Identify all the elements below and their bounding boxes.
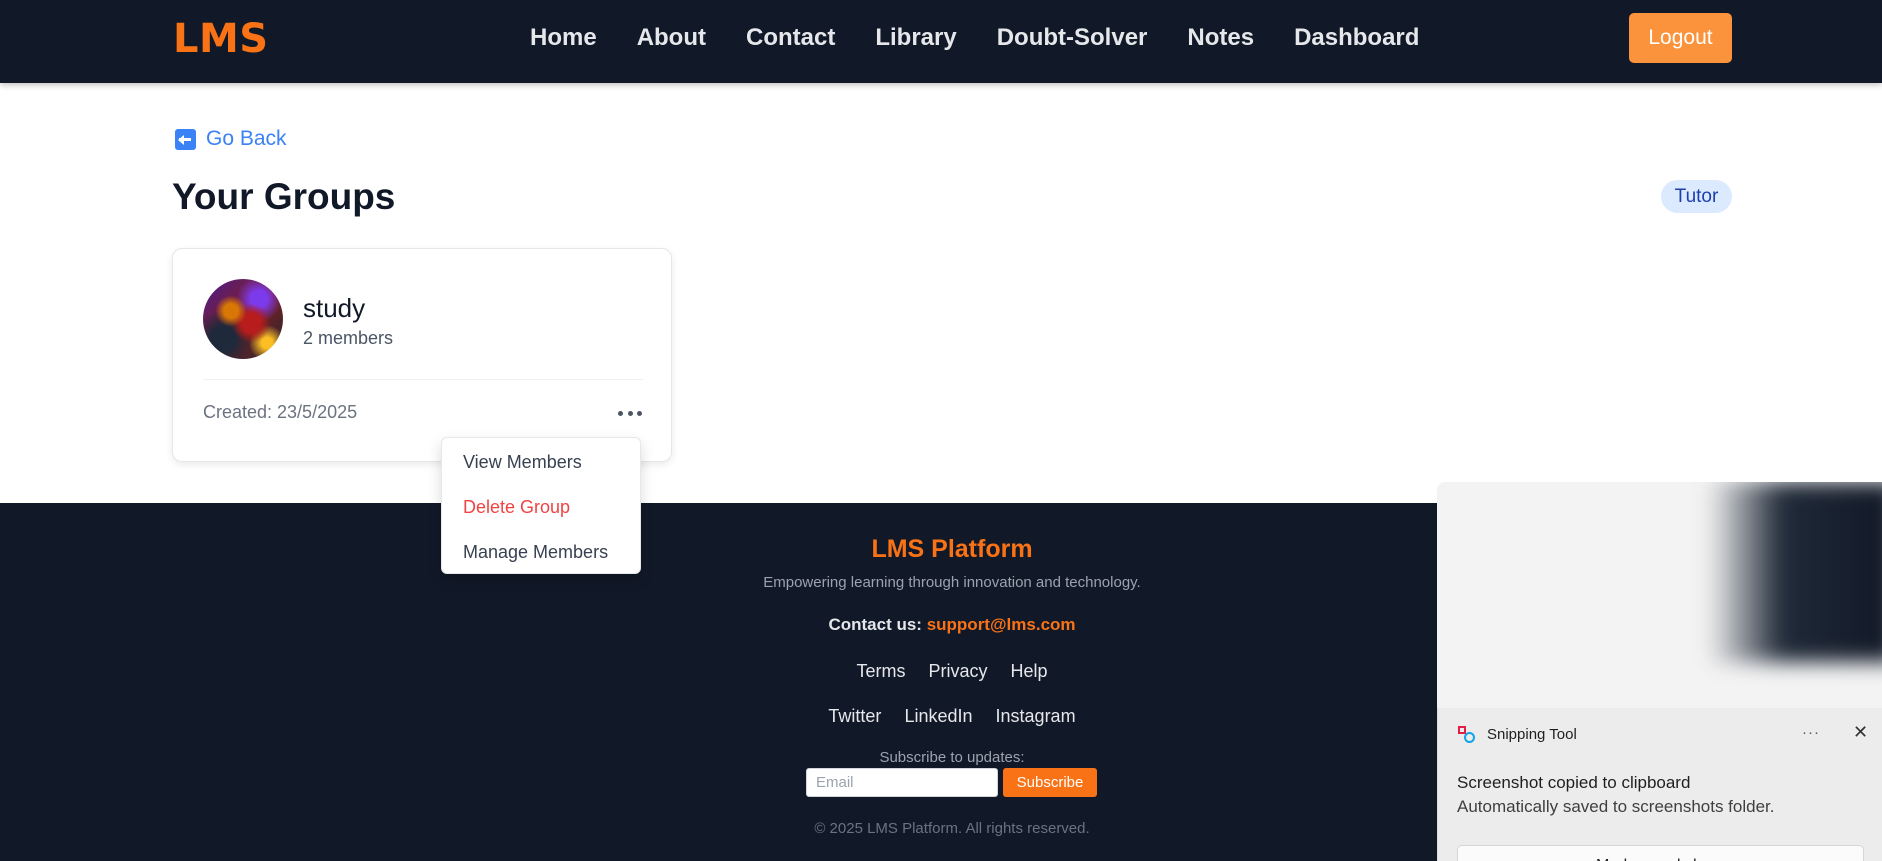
nav-link-about[interactable]: About <box>637 24 706 52</box>
logout-button[interactable]: Logout <box>1629 13 1732 63</box>
social-link-linkedin[interactable]: LinkedIn <box>904 706 972 726</box>
group-options-menu: View Members Delete Group Manage Members <box>441 437 641 574</box>
navbar: LMS Home About Contact Library Doubt-Sol… <box>0 0 1882 83</box>
group-member-count: 2 members <box>303 328 394 348</box>
page-title: Your Groups <box>172 176 396 217</box>
go-back-label: Go Back <box>206 127 287 150</box>
snipping-tool-icon <box>1458 726 1476 744</box>
markup-and-share-button[interactable]: Markup and share <box>1457 845 1864 861</box>
social-link-instagram[interactable]: Instagram <box>996 706 1076 726</box>
footer-link-privacy[interactable]: Privacy <box>928 661 987 681</box>
more-options-icon[interactable] <box>618 408 642 418</box>
menu-item-view-members[interactable]: View Members <box>463 452 582 473</box>
group-card[interactable]: study 2 members Created: 23/5/2025 <box>172 248 672 462</box>
site-logo[interactable]: LMS <box>173 16 269 62</box>
go-back-link[interactable]: Go Back <box>175 127 287 151</box>
social-link-twitter[interactable]: Twitter <box>828 706 881 726</box>
contact-label: Contact us: <box>828 615 922 634</box>
nav-link-notes[interactable]: Notes <box>1187 24 1254 52</box>
nav-links: Home About Contact Library Doubt-Solver … <box>530 24 1459 52</box>
group-created-date: Created: 23/5/2025 <box>203 402 358 422</box>
arrow-left-icon <box>175 128 196 150</box>
card-divider <box>203 379 643 380</box>
contact-email-link[interactable]: support@lms.com <box>927 615 1076 634</box>
group-avatar <box>203 279 283 359</box>
notification-app-name: Snipping Tool <box>1487 726 1577 743</box>
nav-link-doubt-solver[interactable]: Doubt-Solver <box>997 24 1148 52</box>
menu-item-delete-group[interactable]: Delete Group <box>463 497 570 518</box>
snipping-tool-notification: Snipping Tool ··· ✕ Screenshot copied to… <box>1437 708 1882 861</box>
nav-link-library[interactable]: Library <box>875 24 956 52</box>
nav-link-contact[interactable]: Contact <box>746 24 835 52</box>
notification-body: Automatically saved to screenshots folde… <box>1457 797 1775 816</box>
notification-close-icon[interactable]: ✕ <box>1853 722 1868 743</box>
notification-title: Screenshot copied to clipboard <box>1457 773 1691 792</box>
subscribe-email-input[interactable] <box>806 768 998 797</box>
notification-more-icon[interactable]: ··· <box>1802 724 1820 741</box>
subscribe-button[interactable]: Subscribe <box>1003 768 1097 797</box>
footer-link-help[interactable]: Help <box>1011 661 1048 681</box>
nav-link-home[interactable]: Home <box>530 24 597 52</box>
screenshot-preview[interactable] <box>1437 482 1882 708</box>
menu-item-manage-members[interactable]: Manage Members <box>463 542 608 563</box>
nav-link-dashboard[interactable]: Dashboard <box>1294 24 1419 52</box>
group-name: study <box>303 293 366 323</box>
footer-link-terms[interactable]: Terms <box>856 661 905 681</box>
role-badge: Tutor <box>1661 180 1732 213</box>
